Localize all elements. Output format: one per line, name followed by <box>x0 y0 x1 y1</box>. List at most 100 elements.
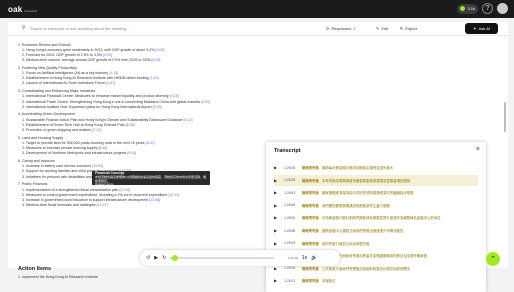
play-icon[interactable]: ▶ <box>274 241 284 246</box>
timestamp-link[interactable]: [1:45] <box>149 76 158 80</box>
transcript-row[interactable]: ▶ 1:29:21 財政司司長 多謝各位 <box>274 275 478 286</box>
timestamp-link[interactable]: [3:18] <box>170 94 179 98</box>
row-time: 1:28:35 <box>284 178 296 183</box>
summary-item-text: 1. Target to provide land for 308,000 pu… <box>22 140 145 145</box>
responses-label: Responses <box>331 26 352 31</box>
chevron-down-icon: ˅ <box>353 26 356 31</box>
play-icon[interactable]: ▶ <box>274 165 284 170</box>
row-time: 1:29:21 <box>284 278 296 283</box>
scrollbar[interactable] <box>504 102 506 132</box>
timestamp-link[interactable]: [0:03] <box>155 48 164 52</box>
summary-item-text: 1. Increase in elderly care service vouc… <box>22 164 92 169</box>
row-text: 我們要把握發展機遇加快推動新質生產力發展 <box>322 203 390 208</box>
summary-item-text: 2. Measures to control government expend… <box>22 192 168 197</box>
summary-item-text: 4. Medium-term fiscal forecasts and stra… <box>22 203 96 208</box>
transcript-row[interactable]: ▶ 1:28:30 財政司司長 最新每月數據顯示經濟持續穩定增長並逐步擴大 <box>274 162 478 173</box>
timestamp-link[interactable]: [6:58] <box>126 123 135 127</box>
timestamp-link[interactable]: [12:58] <box>149 198 160 202</box>
transcript-row[interactable]: ▶ 1:28:35 財政司司長 本年的財政預算案將會著重推動經濟發展並鞏固香港的優勢 <box>274 174 478 186</box>
scroll-up-button[interactable]: ⌃ <box>486 252 500 266</box>
play-icon[interactable]: ▶ <box>274 215 284 220</box>
avatar[interactable] <box>497 3 508 14</box>
help-icon[interactable]: ? <box>482 3 493 14</box>
play-icon[interactable]: ▶ <box>274 190 284 195</box>
summary-item-text: 3. Launch of International AI Youth Ince… <box>22 81 106 86</box>
top-bar: oak Research 3.1k ? <box>0 0 514 18</box>
action-items-title: Action Items <box>18 266 52 272</box>
total-time: 1:32:18 <box>287 256 298 260</box>
sparkle-icon: ✦ <box>473 26 477 31</box>
responses-button[interactable]: ⟳ Responses ˅ <box>326 24 356 33</box>
row-speaker: 財政司司長 <box>302 216 319 221</box>
summary-item-text: 3. Medium-term outlook: average annual G… <box>22 58 151 63</box>
summary-item: 3. Development of Northern Metropolis an… <box>18 151 298 156</box>
timestamp-link[interactable]: [12:15] <box>168 193 179 197</box>
play-icon[interactable]: ▶ <box>274 266 284 271</box>
summary-item-text: 1. Hong Kong's economy grew moderately i… <box>22 47 155 52</box>
timestamp-link[interactable]: [7:21] <box>92 128 101 132</box>
credits-count: 3.1k <box>467 6 475 11</box>
rewind-icon[interactable]: ↺ <box>146 255 150 261</box>
play-icon[interactable]: ▶ <box>274 228 284 233</box>
transcript-row[interactable]: ▶ 1:28:52 財政司司長 可持續金融行動計劃將會推動綠色發展並提升香港作為國際綠… <box>274 212 478 223</box>
summary-item-text: 2. Establishment of Hong Kong AI Researc… <box>22 76 149 81</box>
export-button[interactable]: ⇱ Export <box>400 24 417 33</box>
row-time: 1:28:41 <box>284 190 296 195</box>
timestamp-link[interactable]: [8:02] <box>146 141 155 145</box>
row-speaker: 財政司司長 <box>302 166 319 170</box>
summary-item: 3. Medium-term outlook: average annual G… <box>18 58 298 63</box>
timestamp-link[interactable]: [4:02] <box>201 100 210 104</box>
action-item: 1. Implement the Hong Kong AI Research I… <box>18 275 98 279</box>
volume-icon[interactable]: 🔊 <box>311 255 317 261</box>
credits-badge[interactable]: 3.1k <box>457 3 478 14</box>
search-icon[interactable]: ⚲ <box>22 25 26 31</box>
close-icon[interactable]: × <box>476 146 480 153</box>
summary-item-text: 2. Establishment of Green Tech Hub at Ho… <box>22 122 125 127</box>
timestamp-link[interactable]: [0:05] <box>103 53 112 57</box>
transcript-row[interactable]: ▶ 1:29:03 財政司司長 政府會致力增加土地及房屋供應 <box>274 238 478 249</box>
progress-handle[interactable] <box>172 255 178 261</box>
row-speaker: 財政司司長 <box>302 229 319 233</box>
forward-icon[interactable]: ↻ <box>162 255 166 261</box>
transcript-row[interactable]: ▶ 1:28:41 財政司司長 國家總體經濟保持穩中向好的態勢香港經濟亦會繼續穩步發展 <box>274 187 478 198</box>
summary-item-text: 1. Implementation of a strengthened fisc… <box>22 187 119 192</box>
timestamp-link[interactable]: [1:57] <box>106 81 115 85</box>
timestamp-link[interactable]: [8:40] <box>98 146 107 150</box>
progress-bar[interactable] <box>172 255 274 261</box>
summary-item-text: 2. Measures to increase private housing … <box>22 146 98 151</box>
transcript-title: Transcript <box>274 148 301 154</box>
summary-item-text: 2. Forecast for 2024: GDP growth of 2.5%… <box>22 52 103 57</box>
tooltip-footer[interactable]: Related terms <box>95 183 207 187</box>
row-time: 1:28:46 <box>284 203 296 208</box>
row-text: 公共財政方面我們會實施加強版財政整合計劃控制政府開支 <box>322 266 411 271</box>
speed-label[interactable]: 1x <box>302 255 307 261</box>
search-input[interactable]: Search in transcript or ask anything abo… <box>30 26 129 31</box>
play-icon[interactable]: ▶ <box>274 278 284 283</box>
app-logo[interactable]: oak <box>8 5 22 14</box>
timestamp-link[interactable]: [13:27] <box>97 203 108 207</box>
timestamp-link[interactable]: [11:40] <box>120 188 131 192</box>
summary-item: 3. International Aviation Hub: Expansion… <box>18 105 298 110</box>
timestamp-link[interactable]: [5:24] <box>153 105 162 109</box>
play-icon[interactable]: ▶ <box>274 203 284 208</box>
edit-icon: ✎ <box>376 26 380 31</box>
row-time: 1:29:15 <box>284 266 296 271</box>
transcript-row[interactable]: ▶ 1:28:58 財政司司長 國際金融中心建設方面我們會推出措施提升市場流動性 <box>274 225 478 236</box>
ask-ai-button[interactable]: ✦ Ask AI <box>465 23 498 34</box>
timestamp-link[interactable]: [10:05] <box>92 164 103 168</box>
timestamp-link[interactable]: [0:08] <box>151 58 160 62</box>
transcript-row[interactable]: ▶ 1:28:46 財政司司長 我們要把握發展機遇加快推動新質生產力發展 <box>274 200 478 211</box>
row-time: 1:28:58 <box>284 228 296 233</box>
timestamp-link[interactable]: [9:13] <box>127 151 136 155</box>
edit-button[interactable]: ✎ Edit <box>376 24 388 33</box>
row-text: 國家總體經濟保持穩中向好的態勢香港經濟亦會繼續穩步發展 <box>322 191 414 196</box>
play-icon[interactable]: ▶ <box>154 255 158 261</box>
summary-item-text: 1. Sustainable Finance Action Plan and H… <box>22 117 183 122</box>
row-text: 國際金融中心建設方面我們會推出措施提升市場流動性 <box>322 229 404 233</box>
timestamp-link[interactable]: [6:12] <box>184 118 193 122</box>
timestamp-link[interactable]: [1:13] <box>109 71 118 75</box>
play-icon[interactable]: ▶ <box>274 178 284 183</box>
main-panel: ⚲ Search in transcript or ask anything a… <box>8 22 508 292</box>
app-logo-subtitle: Research <box>24 8 38 13</box>
row-text: 政府會致力增加土地及房屋供應 <box>322 241 370 246</box>
